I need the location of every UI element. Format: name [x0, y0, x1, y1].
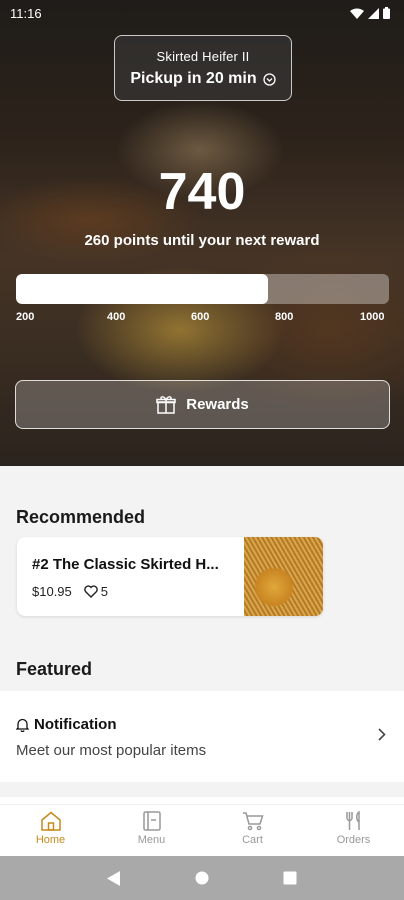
recommended-title: Recommended [16, 507, 146, 527]
recommended-item-image [244, 537, 323, 616]
recommended-item-meta: $10.95 5 [32, 584, 108, 599]
points-progress-bar [16, 274, 389, 304]
battery-icon [383, 7, 390, 19]
menu-icon [142, 811, 161, 831]
rewards-button[interactable]: Rewards [15, 380, 390, 429]
progress-tick-label: 200 [16, 311, 35, 323]
bottom-navigation: Home Menu Cart Orders [0, 804, 404, 856]
status-icons [350, 7, 390, 19]
nav-home-label: Home [35, 834, 66, 846]
back-icon[interactable] [107, 870, 121, 886]
nav-cart[interactable]: Cart [202, 805, 303, 856]
rewards-button-label: Rewards [186, 396, 249, 413]
recommended-item-price: $10.95 [32, 584, 72, 599]
progress-tick-label: 800 [275, 311, 294, 323]
status-time: 11:16 [10, 5, 42, 21]
points-progress-fill [16, 274, 268, 304]
pickup-time-text: Pickup in 20 min [130, 70, 257, 87]
nav-menu[interactable]: Menu [101, 805, 202, 856]
system-navigation-bar [0, 856, 404, 900]
chevron-down-circle-icon [262, 72, 276, 86]
store-name: Skirted Heifer II [156, 49, 250, 64]
nav-orders-label: Orders [336, 834, 371, 846]
store-selector[interactable]: Skirted Heifer II Pickup in 20 min [114, 35, 292, 101]
orders-icon [345, 811, 360, 830]
nav-menu-label: Menu [137, 834, 166, 846]
notification-heading: Notification [16, 716, 117, 733]
wifi-icon [350, 8, 364, 19]
gift-icon [156, 396, 176, 414]
hero-banner: 11:16 Skirted Heifer II Pickup in 20 min… [0, 0, 404, 466]
signal-icon [368, 7, 379, 19]
chevron-right-icon [378, 728, 386, 741]
points-subtitle: 260 points until your next reward [84, 232, 320, 249]
notification-title: Notification [34, 716, 117, 733]
nav-home[interactable]: Home [0, 805, 101, 856]
home-icon [40, 811, 61, 831]
likes-count: 5 [100, 584, 108, 599]
progress-tick-label: 1000 [360, 311, 385, 323]
progress-tick-label: 400 [107, 311, 126, 323]
bell-icon [16, 718, 29, 732]
featured-title: Featured [16, 659, 93, 679]
status-bar: 11:16 [0, 0, 404, 26]
nav-orders[interactable]: Orders [303, 805, 404, 856]
cart-icon [242, 812, 264, 831]
home-circle-icon[interactable] [195, 871, 209, 885]
recommended-item-name: #2 The Classic Skirted H... [32, 556, 219, 573]
progress-tick-label: 600 [191, 311, 210, 323]
points-balance: 740 [158, 163, 246, 221]
heart-icon [84, 585, 98, 598]
recents-icon[interactable] [283, 871, 297, 885]
recommended-item-card[interactable]: #2 The Classic Skirted H... $10.95 5 [17, 537, 323, 616]
likes: 5 [84, 584, 108, 599]
notification-card[interactable]: Notification Meet our most popular items [0, 691, 404, 782]
notification-subtitle: Meet our most popular items [16, 742, 207, 759]
nav-cart-label: Cart [242, 834, 263, 846]
pickup-time-row: Pickup in 20 min [115, 70, 291, 88]
